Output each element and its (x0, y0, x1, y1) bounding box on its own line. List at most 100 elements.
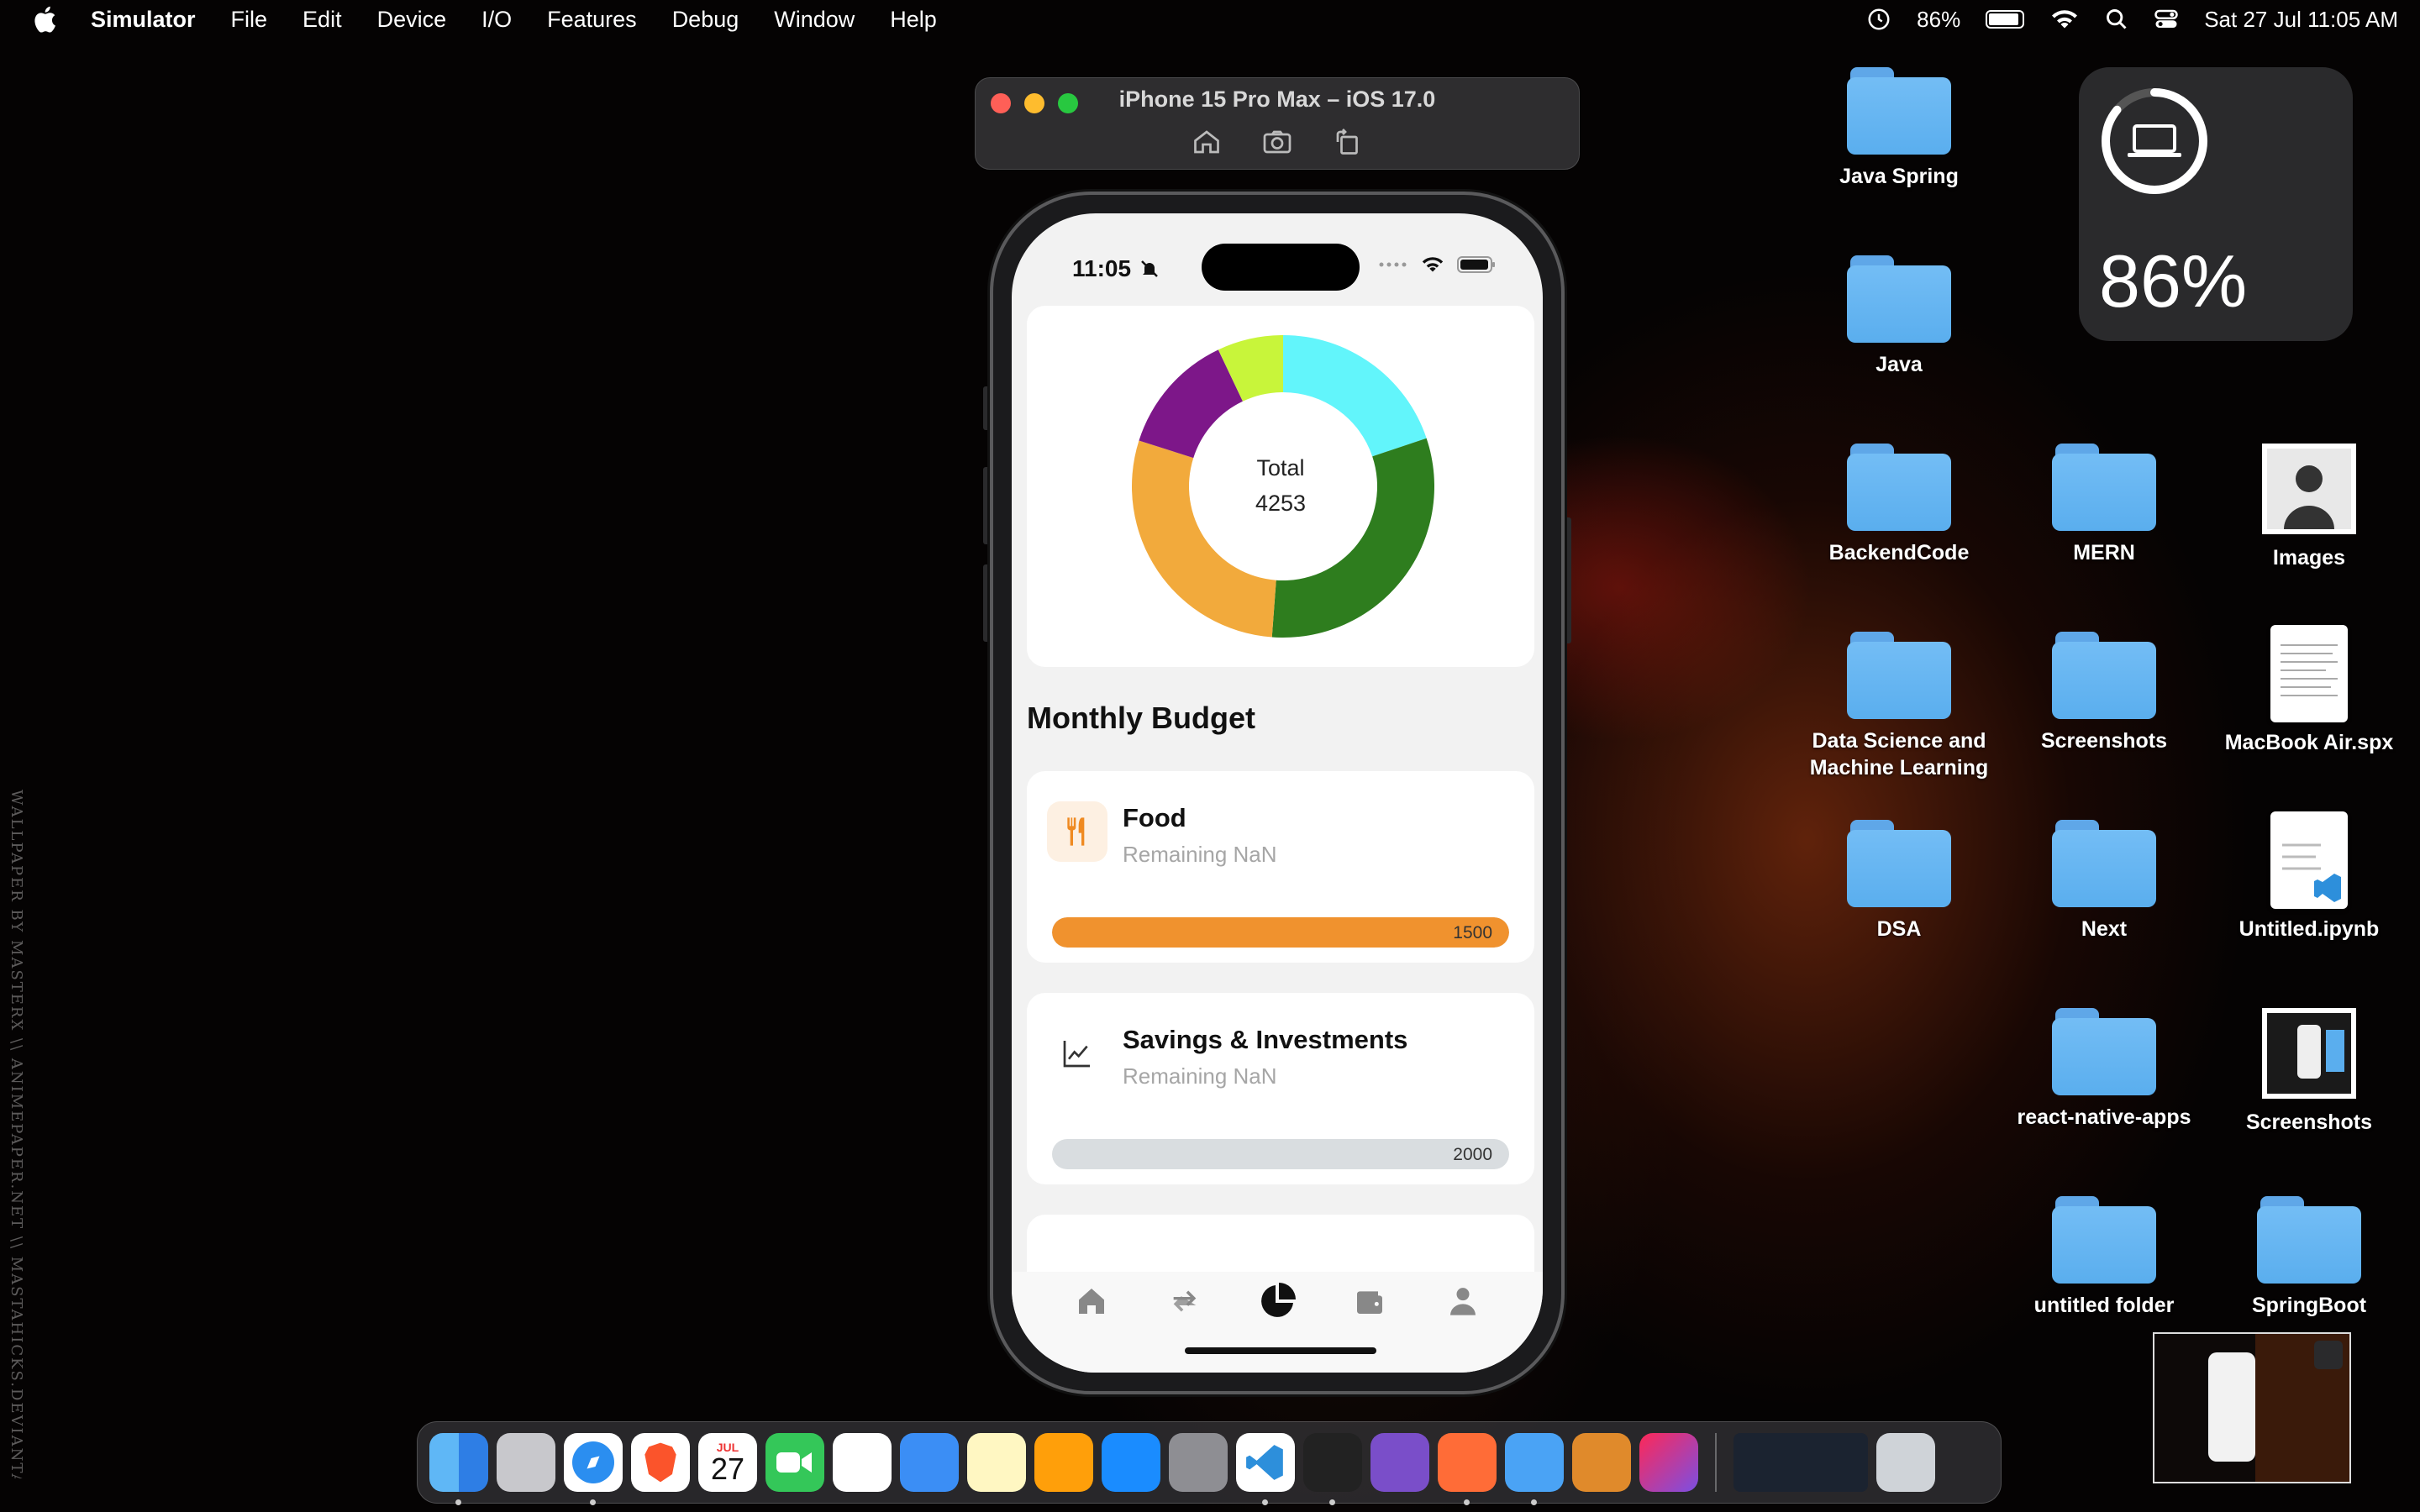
desktop-icon-label: Next (2081, 917, 2128, 941)
desktop-folder-react-native[interactable]: react-native-apps (2003, 1008, 2205, 1131)
tab-wallet[interactable] (1344, 1272, 1395, 1331)
phone-power-button (1565, 517, 1571, 643)
folder-icon (2052, 632, 2156, 719)
wallet-icon (1357, 1291, 1383, 1314)
desktop-folder-dsa[interactable]: DSA (1798, 820, 2000, 942)
postman-icon[interactable] (1438, 1433, 1497, 1505)
spotlight-search-icon[interactable] (2105, 8, 2128, 31)
simulator-window-titlebar: iPhone 15 Pro Max – iOS 17.0 (975, 77, 1580, 170)
widget-battery-percent: 86% (2099, 239, 2248, 323)
chart-center-title: Total (1256, 455, 1305, 480)
folder-icon (1847, 255, 1951, 343)
fork-knife-icon (1047, 801, 1107, 862)
desktop-images[interactable]: Images (2208, 444, 2410, 571)
home-icon[interactable] (1192, 127, 1222, 157)
dock: JUL 27 (417, 1421, 2002, 1505)
safari-icon[interactable] (564, 1433, 623, 1505)
desktop-folder-data-science[interactable]: Data Science and Machine Learning (1798, 632, 2000, 781)
screenshot-icon[interactable] (1262, 127, 1292, 157)
budget-progress-bar: 1500 (1052, 917, 1509, 948)
folder-icon (2052, 1008, 2156, 1095)
menu-edit[interactable]: Edit (302, 7, 342, 33)
budget-card-food[interactable]: Food Remaining NaN 1500 (1027, 771, 1534, 963)
menu-io[interactable]: I/O (481, 7, 512, 33)
signal-dots-icon (1379, 262, 1407, 267)
tab-transfer[interactable] (1160, 1272, 1210, 1331)
menu-help[interactable]: Help (890, 7, 937, 33)
desktop-macbook-spx[interactable]: MacBook Air.spx (2208, 625, 2410, 756)
dock-separator (1715, 1433, 1717, 1492)
battery-icon[interactable] (1986, 10, 2025, 29)
time-machine-icon[interactable] (1866, 7, 1891, 32)
battery-percent[interactable]: 86% (1917, 7, 1960, 33)
photo-thumbnail-icon (2262, 444, 2356, 534)
simulator-title: iPhone 15 Pro Max – iOS 17.0 (1118, 87, 1436, 112)
reeder-icon[interactable] (1572, 1433, 1631, 1492)
budget-progress-bar: 2000 (1052, 1139, 1509, 1169)
budget-card-savings[interactable]: Savings & Investments Remaining NaN 2000 (1027, 993, 1534, 1184)
phone-volume-down (983, 564, 990, 642)
wifi-icon[interactable] (2049, 8, 2080, 31)
budget-name: Food (1123, 803, 1186, 832)
chart-card: Total 4253 (1027, 306, 1534, 667)
tab-analytics[interactable] (1252, 1272, 1302, 1331)
menu-clock[interactable]: Sat 27 Jul 11:05 AM (2204, 7, 2398, 33)
desktop-folder-backendcode[interactable]: BackendCode (1798, 444, 2000, 566)
desktop-folder-java[interactable]: Java (1798, 255, 2000, 378)
apple-menu-icon[interactable] (30, 3, 62, 35)
menu-file[interactable]: File (231, 7, 268, 33)
laptop-icon (2128, 124, 2181, 157)
rotate-icon[interactable] (1333, 127, 1363, 157)
minimized-window-thumbnail[interactable] (1733, 1433, 1868, 1492)
mail-icon[interactable] (900, 1433, 959, 1492)
desktop-folder-java-spring[interactable]: Java Spring (1798, 67, 2000, 190)
desktop-icon-label: react-native-apps (2017, 1105, 2191, 1129)
notebook-file-icon (2270, 811, 2348, 909)
app-store-icon[interactable] (1102, 1433, 1160, 1492)
menu-window[interactable]: Window (774, 7, 855, 33)
desktop-folder-springboot[interactable]: SpringBoot (2208, 1196, 2410, 1319)
menu-device[interactable]: Device (377, 7, 447, 33)
battery-widget[interactable]: 86% (2079, 67, 2353, 341)
calendar-icon[interactable]: JUL 27 (698, 1433, 757, 1492)
budget-amount: 2000 (1453, 1145, 1492, 1164)
trash-icon[interactable] (1876, 1433, 1935, 1492)
tab-profile[interactable] (1438, 1272, 1488, 1331)
desktop-folder-untitled[interactable]: untitled folder (2003, 1196, 2205, 1319)
desktop-folder-next[interactable]: Next (2003, 820, 2205, 942)
menu-debug[interactable]: Debug (672, 7, 739, 33)
launchpad-icon[interactable] (497, 1433, 555, 1492)
tab-home[interactable] (1066, 1272, 1117, 1331)
vscode-icon[interactable] (1236, 1433, 1295, 1505)
bottom-tab-bar (1012, 1272, 1543, 1373)
desktop-folder-mern[interactable]: MERN (2003, 444, 2205, 566)
pages-icon[interactable] (1034, 1433, 1093, 1492)
home-indicator[interactable] (1185, 1347, 1376, 1354)
desktop-icon-label: Java Spring (1839, 165, 1959, 188)
desktop-icon-label: untitled folder (2033, 1294, 2175, 1317)
brave-icon[interactable] (631, 1433, 690, 1492)
transfer-icon (1173, 1290, 1196, 1312)
github-desktop-icon[interactable] (1370, 1433, 1429, 1492)
desktop-untitled-ipynb[interactable]: Untitled.ipynb (2208, 811, 2410, 942)
desktop-screenshots-stack[interactable]: Screenshots (2208, 1008, 2410, 1136)
intellij-icon[interactable] (1639, 1433, 1698, 1492)
facetime-icon[interactable] (765, 1433, 824, 1492)
desktop-icon-label: SpringBoot (2251, 1294, 2367, 1317)
terminal-icon[interactable] (1303, 1433, 1362, 1505)
reminders-icon[interactable] (833, 1433, 892, 1492)
control-center-icon[interactable] (2154, 7, 2179, 32)
menu-app-name[interactable]: Simulator (91, 7, 196, 33)
folder-icon (1847, 820, 1951, 907)
ios-status-bar: 11:05 (1012, 213, 1543, 297)
menu-features[interactable]: Features (547, 7, 637, 33)
desktop-folder-screenshots[interactable]: Screenshots (2003, 632, 2205, 754)
notes-icon[interactable] (967, 1433, 1026, 1492)
screenshot-preview-thumbnail[interactable] (2153, 1332, 2351, 1483)
xcode-icon[interactable] (1505, 1433, 1564, 1505)
desktop-icon-label: MacBook Air.spx (2224, 731, 2394, 754)
donut-slice-0[interactable] (1283, 335, 1427, 457)
donut-chart[interactable] (1128, 331, 1439, 642)
finder-icon[interactable] (429, 1433, 488, 1505)
system-settings-icon[interactable] (1169, 1433, 1228, 1492)
